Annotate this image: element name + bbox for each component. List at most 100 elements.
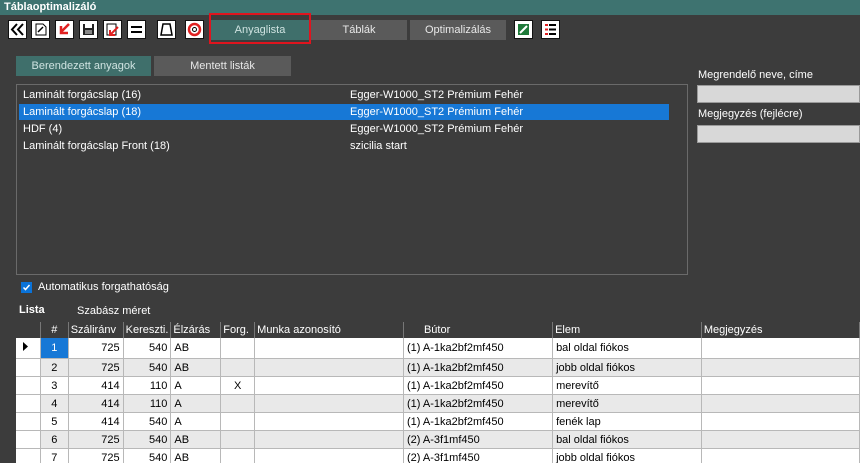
- cell[interactable]: AB: [170, 448, 222, 463]
- cell[interactable]: [701, 412, 860, 431]
- table-row[interactable]: 6 725 540 AB (2) A-3f1mf450 bal oldal fi…: [16, 430, 860, 449]
- table-row[interactable]: 7 725 540 AB (2) A-3f1mf450 jobb oldal f…: [16, 448, 860, 463]
- cell[interactable]: [701, 376, 860, 395]
- cell[interactable]: A: [170, 412, 222, 431]
- materials-list[interactable]: Laminált forgácslap (16) Egger-W1000_ST2…: [16, 84, 688, 275]
- tab-tablak[interactable]: Táblák: [311, 20, 407, 40]
- list-item-selected[interactable]: Laminált forgácslap (18) Egger-W1000_ST2…: [19, 104, 669, 120]
- cell-index[interactable]: 6: [40, 430, 69, 449]
- cell[interactable]: 540: [123, 358, 172, 377]
- cell-index[interactable]: 7: [40, 448, 69, 463]
- cell[interactable]: [254, 412, 404, 431]
- cell-index[interactable]: 2: [40, 358, 69, 377]
- cell[interactable]: bal oldal fiókos: [552, 430, 702, 449]
- cell[interactable]: [701, 338, 860, 359]
- cell[interactable]: [220, 448, 256, 463]
- cell[interactable]: [701, 448, 860, 463]
- export-arrow-icon[interactable]: [103, 20, 122, 39]
- cell[interactable]: A: [170, 394, 222, 413]
- auto-rotate-checkbox[interactable]: [21, 282, 32, 293]
- cell-index[interactable]: 4: [40, 394, 69, 413]
- cell[interactable]: [220, 430, 256, 449]
- list-item[interactable]: Laminált forgácslap Front (18) szicilia …: [19, 138, 669, 154]
- cell-index[interactable]: 3: [40, 376, 69, 395]
- column-header[interactable]: Forg.: [220, 322, 256, 338]
- edit-document-icon[interactable]: [31, 20, 50, 39]
- cell[interactable]: (1) A-1ka2bf2mf450: [403, 412, 554, 431]
- cell[interactable]: (2) A-3f1mf450: [403, 448, 554, 463]
- cell[interactable]: jobb oldal fiókos: [552, 448, 702, 463]
- cell[interactable]: X: [220, 376, 256, 395]
- tab-optimalizalas[interactable]: Optimalizálás: [410, 20, 506, 40]
- table-row[interactable]: 3 414 110 A X (1) A-1ka2bf2mf450 merevít…: [16, 376, 860, 395]
- cell[interactable]: 725: [68, 358, 124, 377]
- cell[interactable]: [220, 358, 256, 377]
- lifebuoy-icon[interactable]: [185, 20, 204, 39]
- cell[interactable]: (1) A-1ka2bf2mf450: [403, 376, 554, 395]
- cell[interactable]: [220, 338, 256, 359]
- list-icon[interactable]: [541, 20, 560, 39]
- cell[interactable]: [220, 412, 256, 431]
- cell[interactable]: (1) A-1ka2bf2mf450: [403, 394, 554, 413]
- cell[interactable]: 110: [123, 376, 172, 395]
- cell[interactable]: AB: [170, 430, 222, 449]
- cell[interactable]: AB: [170, 358, 222, 377]
- cell[interactable]: 725: [68, 430, 124, 449]
- table-row[interactable]: 1 725 540 AB (1) A-1ka2bf2mf450 bal olda…: [16, 338, 860, 359]
- table-row[interactable]: 5 414 540 A (1) A-1ka2bf2mf450 fenék lap: [16, 412, 860, 431]
- cell[interactable]: 414: [68, 376, 124, 395]
- cell[interactable]: 540: [123, 412, 172, 431]
- cell[interactable]: AB: [170, 338, 222, 359]
- cell[interactable]: 725: [68, 448, 124, 463]
- cell[interactable]: jobb oldal fiókos: [552, 358, 702, 377]
- cell[interactable]: 540: [123, 448, 172, 463]
- save-icon[interactable]: [79, 20, 98, 39]
- equals-icon[interactable]: [127, 20, 146, 39]
- cell[interactable]: [254, 338, 404, 359]
- customer-input[interactable]: [697, 85, 860, 103]
- cell[interactable]: fenék lap: [552, 412, 702, 431]
- cell[interactable]: 540: [123, 338, 172, 359]
- cell-index[interactable]: 1: [40, 338, 69, 359]
- list-item[interactable]: Laminált forgácslap (16) Egger-W1000_ST2…: [19, 87, 669, 103]
- cell[interactable]: merevítő: [552, 394, 702, 413]
- cell[interactable]: [254, 394, 404, 413]
- cell[interactable]: 540: [123, 430, 172, 449]
- import-arrow-icon[interactable]: [55, 20, 74, 39]
- cell[interactable]: 414: [68, 412, 124, 431]
- column-header[interactable]: Száliránv: [68, 322, 124, 338]
- cell[interactable]: 414: [68, 394, 124, 413]
- cell[interactable]: [220, 394, 256, 413]
- cell[interactable]: (1) A-1ka2bf2mf450: [403, 358, 554, 377]
- cell[interactable]: [254, 448, 404, 463]
- cell[interactable]: 725: [68, 338, 124, 359]
- cell[interactable]: [701, 358, 860, 377]
- cell-index[interactable]: 5: [40, 412, 69, 431]
- tab-berendezett-anyagok[interactable]: Berendezett anyagok: [16, 56, 151, 76]
- cell[interactable]: bal oldal fiókos: [552, 338, 702, 359]
- table-row[interactable]: 2 725 540 AB (1) A-1ka2bf2mf450 jobb old…: [16, 358, 860, 377]
- double-chevron-left-icon[interactable]: [8, 20, 27, 39]
- excel-export-icon[interactable]: [514, 20, 533, 39]
- table-row[interactable]: 4 414 110 A (1) A-1ka2bf2mf450 merevítő: [16, 394, 860, 413]
- column-header[interactable]: #: [40, 322, 69, 338]
- cell[interactable]: [254, 358, 404, 377]
- column-header[interactable]: Kereszti.: [123, 322, 172, 338]
- note-input[interactable]: [697, 125, 860, 143]
- column-header[interactable]: Élzárás: [170, 322, 222, 338]
- cell[interactable]: (2) A-3f1mf450: [403, 430, 554, 449]
- cell[interactable]: (1) A-1ka2bf2mf450: [403, 338, 554, 359]
- trapezoid-icon[interactable]: [157, 20, 176, 39]
- cell[interactable]: [254, 376, 404, 395]
- cell[interactable]: [701, 394, 860, 413]
- column-header[interactable]: Elem: [552, 322, 702, 338]
- column-header[interactable]: Munka azonosító: [254, 322, 404, 338]
- column-header[interactable]: Megjegyzés: [701, 322, 860, 338]
- column-header[interactable]: Bútor: [403, 322, 554, 338]
- cell[interactable]: A: [170, 376, 222, 395]
- list-item[interactable]: HDF (4) Egger-W1000_ST2 Prémium Fehér: [19, 121, 669, 137]
- cell[interactable]: merevítő: [552, 376, 702, 395]
- parts-grid[interactable]: # Száliránv Kereszti. Élzárás Forg. Munk…: [16, 322, 860, 463]
- tab-mentett-listak[interactable]: Mentett listák: [154, 56, 291, 76]
- cell[interactable]: 110: [123, 394, 172, 413]
